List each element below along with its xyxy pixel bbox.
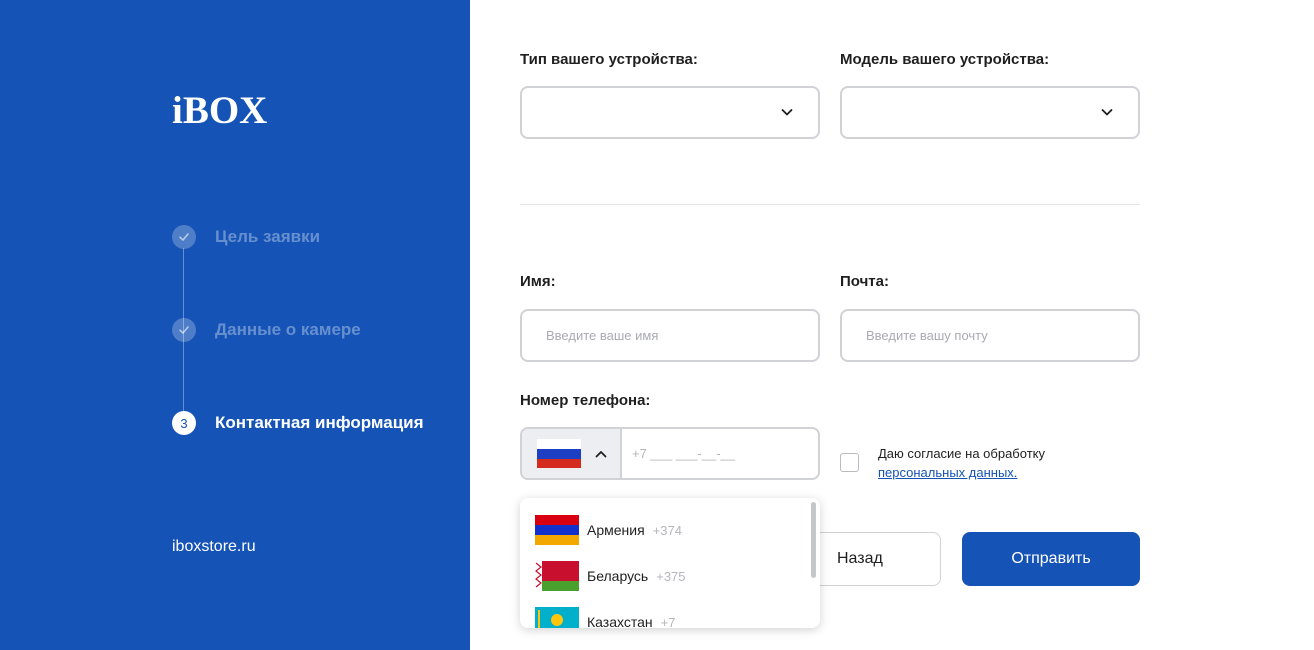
email-label: Почта: <box>840 273 889 290</box>
consent-text: Даю согласие на обработку персональных д… <box>878 444 1045 482</box>
device-type-select[interactable] <box>520 86 820 139</box>
phone-field <box>520 427 820 480</box>
step-number: 3 <box>172 411 196 435</box>
step-label: Контактная информация <box>215 413 424 432</box>
country-name: Беларусь <box>587 568 649 584</box>
section-divider <box>520 204 1140 205</box>
step-label: Цель заявки <box>215 227 321 246</box>
armenia-flag-icon <box>535 515 579 545</box>
country-option-kazakhstan[interactable]: Казахстан +7 <box>535 606 675 628</box>
dropdown-scrollbar[interactable] <box>811 502 816 578</box>
country-code: +7 <box>660 614 676 629</box>
device-model-label: Модель вашего устройства: <box>840 51 1050 68</box>
submit-button[interactable]: Отправить <box>962 532 1140 586</box>
kazakhstan-flag-icon <box>535 607 579 628</box>
country-code: +375 <box>656 568 686 584</box>
name-input[interactable] <box>520 309 820 362</box>
personal-data-link[interactable]: персональных данных. <box>878 465 1017 480</box>
country-dropdown: Армения +374 Беларусь +375 Казахстан +7 <box>520 498 820 628</box>
ibox-logo-mark: iBOX <box>172 89 267 132</box>
chevron-down-icon <box>1101 109 1113 116</box>
chevron-down-icon <box>781 109 793 116</box>
chevron-up-icon <box>595 451 607 458</box>
country-code: +374 <box>652 522 682 538</box>
belarus-flag-icon <box>535 561 579 591</box>
device-model-select[interactable] <box>840 86 1140 139</box>
consent-checkbox[interactable] <box>840 453 859 472</box>
step-contact-info: 3 Контактная информация <box>172 411 424 435</box>
svg-text:iBOX: iBOX <box>172 92 267 126</box>
country-name: Казахстан <box>587 614 653 628</box>
step-camera-data: Данные о камере <box>172 318 361 342</box>
russia-flag-icon <box>537 439 581 468</box>
check-icon <box>172 225 196 249</box>
step-label: Данные о камере <box>215 320 361 339</box>
country-option-belarus[interactable]: Беларусь +375 <box>535 560 686 592</box>
consent-label: Даю согласие на обработку <box>878 446 1045 461</box>
phone-input[interactable] <box>632 429 818 478</box>
site-link[interactable]: iboxstore.ru <box>172 538 256 556</box>
name-label: Имя: <box>520 273 556 290</box>
country-name: Армения <box>587 522 645 538</box>
device-type-label: Тип вашего устройства: <box>520 51 698 68</box>
country-option-armenia[interactable]: Армения +374 <box>535 514 682 546</box>
phone-label: Номер телефона: <box>520 392 651 409</box>
email-input[interactable] <box>840 309 1140 362</box>
step-goal: Цель заявки <box>172 225 320 249</box>
ibox-logo: iBOX <box>172 89 294 132</box>
check-icon <box>172 318 196 342</box>
sidebar: iBOX Цель заявки Данные о камере 3 Конта… <box>0 0 470 650</box>
country-code-select[interactable] <box>522 429 622 478</box>
